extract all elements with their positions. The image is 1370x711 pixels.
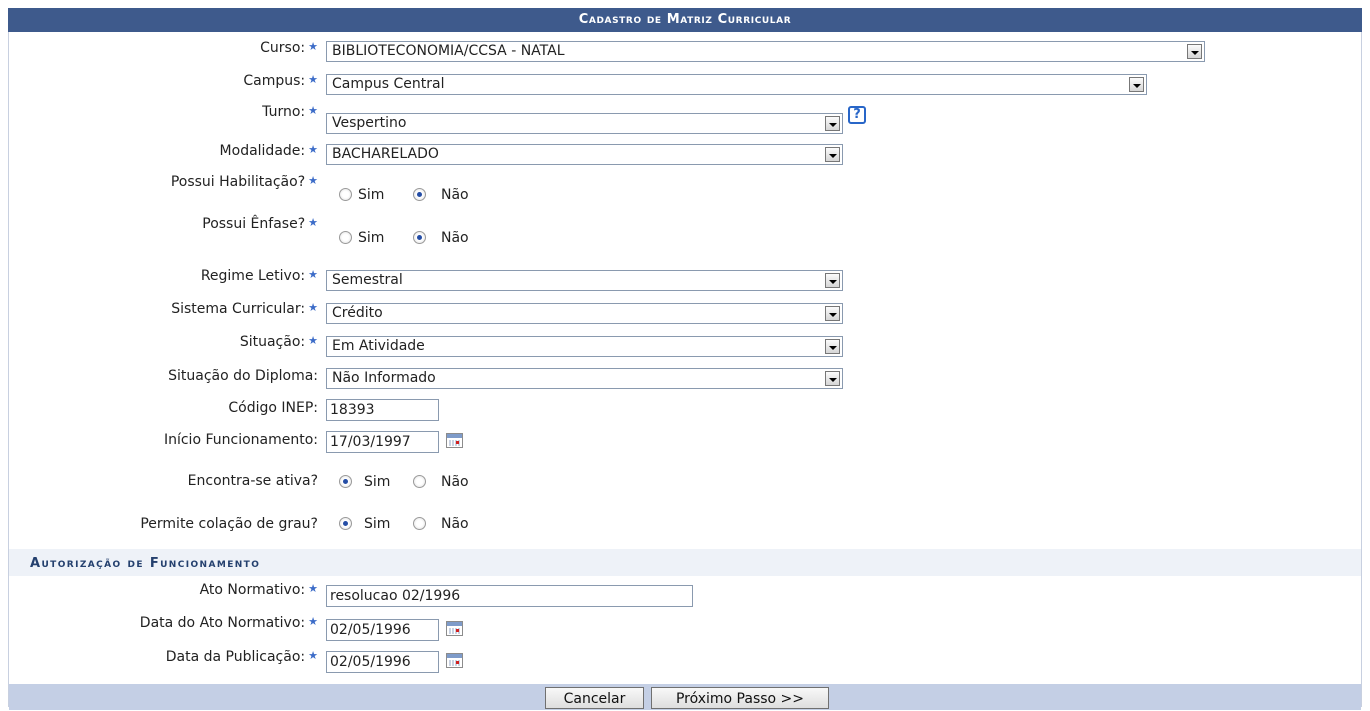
required-star-icon: ★ — [308, 268, 318, 281]
modalidade-select[interactable]: BACHARELADO — [326, 144, 843, 165]
situacao-select[interactable]: Em Atividade — [326, 336, 843, 357]
chevron-down-icon[interactable] — [825, 371, 840, 386]
sistema-label: Sistema Curricular: ★ — [171, 301, 318, 317]
section-title: Autorização de Funcionamento — [9, 549, 1361, 576]
help-icon[interactable]: ? — [848, 106, 866, 124]
situacao-label: Situação: ★ — [239, 334, 318, 350]
curso-label: Curso: ★ — [260, 40, 318, 56]
required-star-icon: ★ — [308, 143, 318, 156]
situacao-diploma-label: Situação do Diploma: — [168, 368, 318, 384]
colacao-sim-label: Sim — [364, 516, 391, 532]
curso-select[interactable]: BIBLIOTECONOMIA/CCSA - NATAL — [326, 41, 1205, 62]
calendar-icon[interactable] — [446, 653, 463, 668]
required-star-icon: ★ — [308, 104, 318, 117]
calendar-icon[interactable] — [446, 621, 463, 636]
data-pub-label: Data da Publicação: ★ — [165, 649, 318, 665]
required-star-icon: ★ — [308, 40, 318, 53]
required-star-icon: ★ — [308, 649, 318, 662]
modalidade-label: Modalidade: ★ — [219, 143, 318, 159]
required-star-icon: ★ — [308, 216, 318, 229]
enfase-sim-label: Sim — [358, 230, 385, 246]
inicio-label: Início Funcionamento: — [163, 432, 318, 448]
required-star-icon: ★ — [308, 615, 318, 628]
colacao-nao-label: Não — [441, 516, 469, 532]
chevron-down-icon[interactable] — [1187, 44, 1202, 59]
enfase-nao-radio[interactable] — [413, 231, 426, 244]
colacao-nao-radio[interactable] — [413, 517, 426, 530]
codigo-inep-label: Código INEP: — [228, 400, 318, 416]
ato-label: Ato Normativo: ★ — [199, 582, 318, 598]
campus-select[interactable]: Campus Central — [326, 74, 1147, 95]
turno-select[interactable]: Vespertino — [326, 113, 843, 134]
habilitacao-label: Possui Habilitação? ★ — [170, 174, 318, 190]
habilitacao-nao-label: Não — [441, 187, 469, 203]
required-star-icon: ★ — [308, 334, 318, 347]
habilitacao-nao-radio[interactable] — [413, 188, 426, 201]
ativa-nao-radio[interactable] — [413, 475, 426, 488]
ato-input[interactable]: resolucao 02/1996 — [326, 585, 693, 607]
chevron-down-icon[interactable] — [825, 147, 840, 162]
chevron-down-icon[interactable] — [1129, 77, 1144, 92]
chevron-down-icon[interactable] — [825, 339, 840, 354]
ativa-nao-label: Não — [441, 474, 469, 490]
inicio-date-input[interactable]: 17/03/1997 — [326, 431, 439, 453]
sistema-select[interactable]: Crédito — [326, 303, 843, 324]
cancel-button[interactable]: Cancelar — [545, 687, 644, 709]
colacao-sim-radio[interactable] — [339, 517, 352, 530]
regime-label: Regime Letivo: ★ — [200, 268, 318, 284]
chevron-down-icon[interactable] — [825, 116, 840, 131]
campus-label: Campus: ★ — [243, 73, 318, 89]
enfase-nao-label: Não — [441, 230, 469, 246]
ativa-sim-radio[interactable] — [339, 475, 352, 488]
required-star-icon: ★ — [308, 582, 318, 595]
codigo-inep-input[interactable]: 18393 — [326, 399, 439, 421]
required-star-icon: ★ — [308, 174, 318, 187]
data-pub-input[interactable]: 02/05/1996 — [326, 651, 439, 673]
chevron-down-icon[interactable] — [825, 306, 840, 321]
form-title: Cadastro de Matriz Curricular — [8, 8, 1362, 32]
data-ato-input[interactable]: 02/05/1996 — [326, 619, 439, 641]
habilitacao-sim-radio[interactable] — [339, 188, 352, 201]
regime-select[interactable]: Semestral — [326, 270, 843, 291]
enfase-sim-radio[interactable] — [339, 231, 352, 244]
habilitacao-sim-label: Sim — [358, 187, 385, 203]
calendar-icon[interactable] — [446, 433, 463, 448]
situacao-diploma-select[interactable]: Não Informado — [326, 368, 843, 389]
colacao-label: Permite colação de grau? — [140, 516, 318, 532]
ativa-label: Encontra-se ativa? — [187, 473, 318, 489]
ativa-sim-label: Sim — [364, 474, 391, 490]
turno-label: Turno: ★ — [262, 104, 318, 120]
chevron-down-icon[interactable] — [825, 273, 840, 288]
next-step-button[interactable]: Próximo Passo >> — [651, 687, 829, 709]
data-ato-label: Data do Ato Normativo: ★ — [139, 615, 318, 631]
required-star-icon: ★ — [308, 301, 318, 314]
required-star-icon: ★ — [308, 73, 318, 86]
enfase-label: Possui Ênfase? ★ — [202, 216, 318, 232]
